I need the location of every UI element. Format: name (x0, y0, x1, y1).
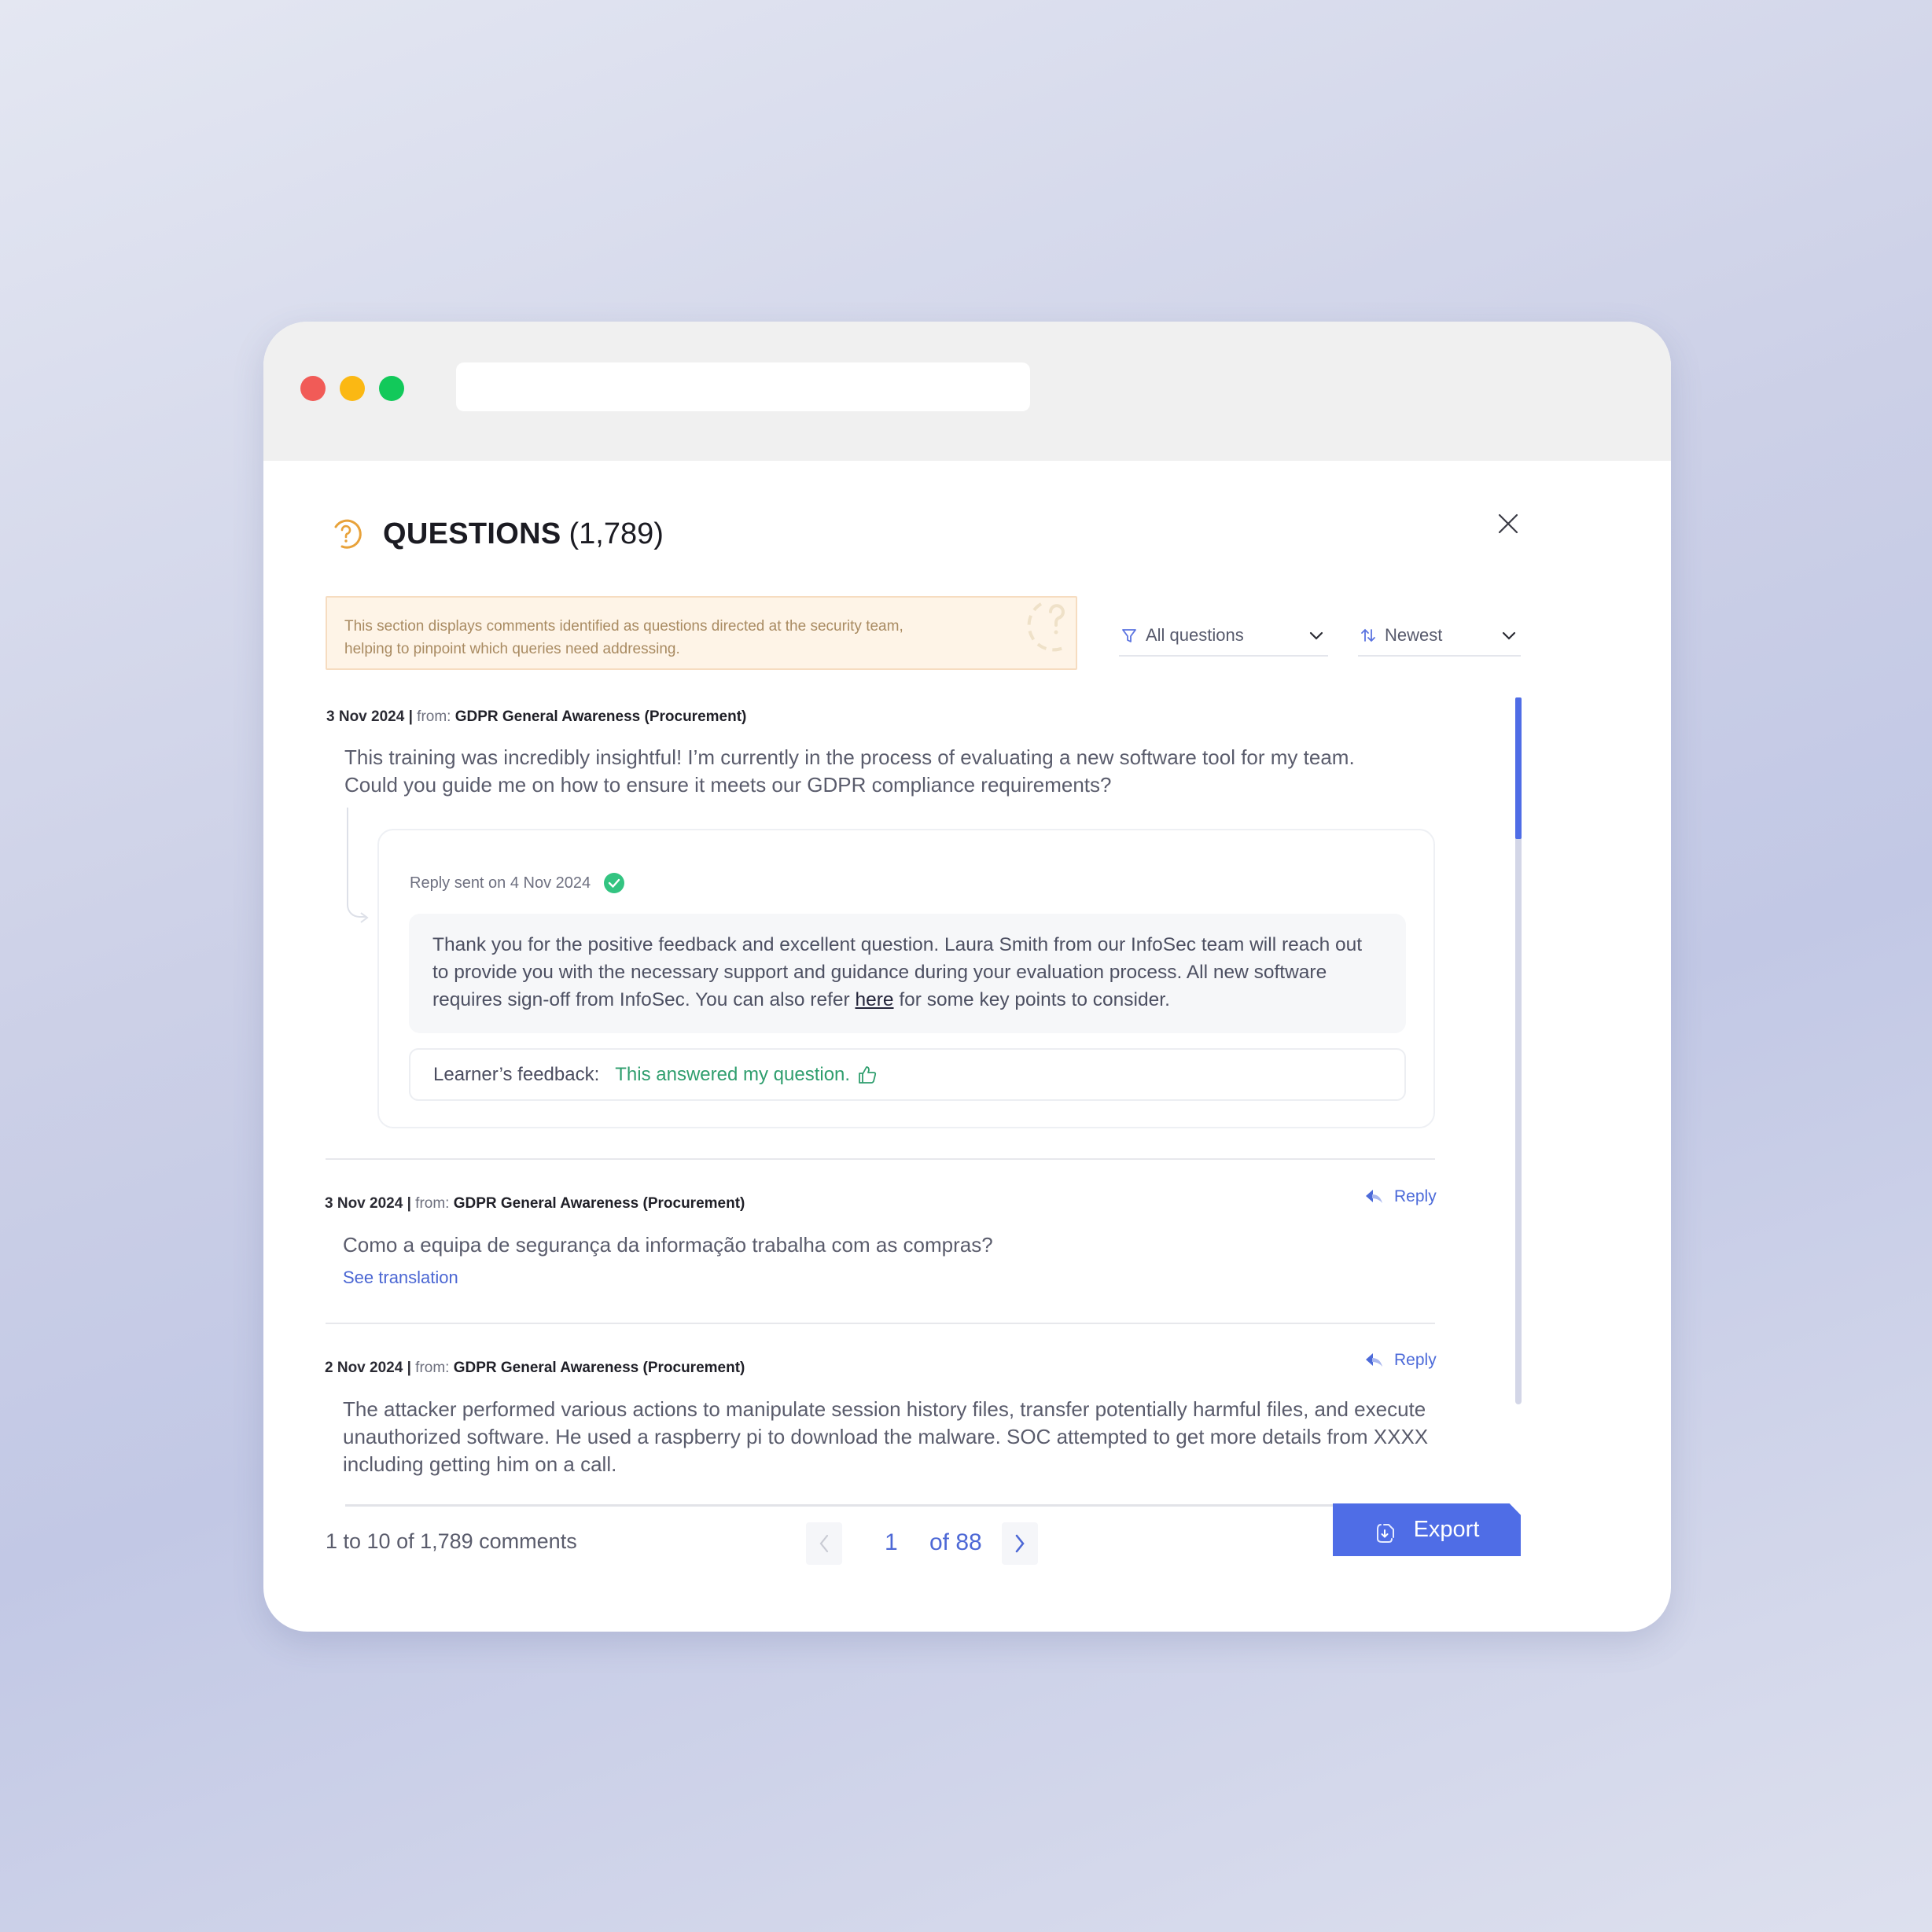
close-icon[interactable] (1496, 512, 1520, 535)
comment-text: The attacker performed various actions t… (343, 1397, 1429, 1476)
browser-window: QUESTIONS (1,789) This section displays … (263, 322, 1671, 1632)
feedback-label: Learner’s feedback: (433, 1063, 600, 1085)
reply-card: Reply sent on 4 Nov 2024 Thank you for t… (377, 829, 1435, 1128)
reply-icon (1366, 1353, 1382, 1367)
learner-feedback: Learner’s feedback: This answered my que… (409, 1048, 1406, 1101)
current-page[interactable]: 1 (885, 1529, 898, 1556)
filter-icon (1122, 629, 1136, 642)
comment-divider (326, 1323, 1435, 1324)
arrow-right-icon (360, 912, 369, 923)
reply-label: Reply (1394, 1351, 1437, 1369)
comment-meta: 3 Nov 2024 | from: GDPR General Awarenes… (326, 708, 747, 725)
question-dashed-icon (1027, 602, 1068, 652)
sort-dropdown[interactable]: Newest (1358, 616, 1521, 657)
export-button[interactable]: Export (1333, 1503, 1521, 1556)
reply-link-here[interactable]: here (855, 989, 893, 1010)
filter-dropdown[interactable]: All questions (1119, 616, 1328, 657)
footer-divider (345, 1504, 1415, 1507)
close-window-button[interactable] (300, 376, 326, 401)
scrollbar-thumb[interactable] (1515, 697, 1522, 839)
thumbs-up-icon (859, 1065, 877, 1084)
info-banner: This section displays comments identifie… (326, 596, 1077, 670)
previous-page-button[interactable] (806, 1522, 842, 1565)
comment-date: 2 Nov 2024 (325, 1360, 403, 1376)
question-circle-icon (334, 519, 362, 549)
comment-source: GDPR General Awareness (Procurement) (453, 1195, 745, 1212)
comment-source: GDPR General Awareness (Procurement) (454, 708, 747, 725)
maximize-window-button[interactable] (379, 376, 404, 401)
chevron-right-icon (1015, 1534, 1025, 1553)
window-titlebar (263, 322, 1671, 461)
reply-button[interactable]: Reply (1364, 1187, 1437, 1206)
comments-summary: 1 to 10 of 1,789 comments (326, 1529, 577, 1553)
reply-button[interactable]: Reply (1364, 1351, 1437, 1370)
chevron-down-icon (1309, 631, 1323, 640)
export-label: Export (1413, 1517, 1480, 1542)
comment-text: This training was incredibly insightful!… (344, 745, 1355, 797)
reply-sent-status: Reply sent on 4 Nov 2024 (410, 872, 625, 894)
thread-connector (347, 808, 366, 918)
address-bar[interactable] (456, 362, 1030, 411)
panel-header: QUESTIONS (1,789) (329, 510, 664, 558)
comment-meta: 3 Nov 2024 | from: GDPR General Awarenes… (325, 1195, 745, 1212)
minimize-window-button[interactable] (340, 376, 365, 401)
see-translation-link[interactable]: See translation (343, 1268, 458, 1288)
total-pages: of 88 (929, 1529, 982, 1555)
question-count: (1,789) (569, 517, 664, 550)
feedback-value: This answered my question. (615, 1063, 851, 1085)
filter-dropdown-label: All questions (1146, 625, 1244, 645)
next-page-button[interactable] (1002, 1522, 1038, 1565)
sort-icon (1361, 628, 1375, 642)
reply-body: Thank you for the positive feedback and … (409, 914, 1406, 1033)
export-file-icon (1376, 1523, 1394, 1543)
page-title: QUESTIONS (383, 517, 561, 550)
comment-meta: 2 Nov 2024 | from: GDPR General Awarenes… (325, 1360, 745, 1376)
reply-label: Reply (1394, 1187, 1437, 1205)
comment-source: GDPR General Awareness (Procurement) (453, 1360, 745, 1376)
sort-dropdown-label: Newest (1385, 625, 1443, 645)
comment-text: Como a equipa de segurança da informação… (343, 1233, 993, 1257)
comments-scrollbar[interactable] (1515, 697, 1522, 1404)
comment-divider (326, 1158, 1435, 1160)
reply-icon (1366, 1190, 1382, 1203)
chevron-left-icon (819, 1534, 829, 1553)
comment-date: 3 Nov 2024 (325, 1195, 403, 1212)
info-banner-text: This section displays comments identifie… (344, 618, 903, 657)
chevron-down-icon (1502, 631, 1516, 640)
comment-date: 3 Nov 2024 (326, 708, 405, 725)
check-circle-icon (604, 873, 625, 893)
reply-sent-label: Reply sent on 4 Nov 2024 (410, 874, 591, 892)
